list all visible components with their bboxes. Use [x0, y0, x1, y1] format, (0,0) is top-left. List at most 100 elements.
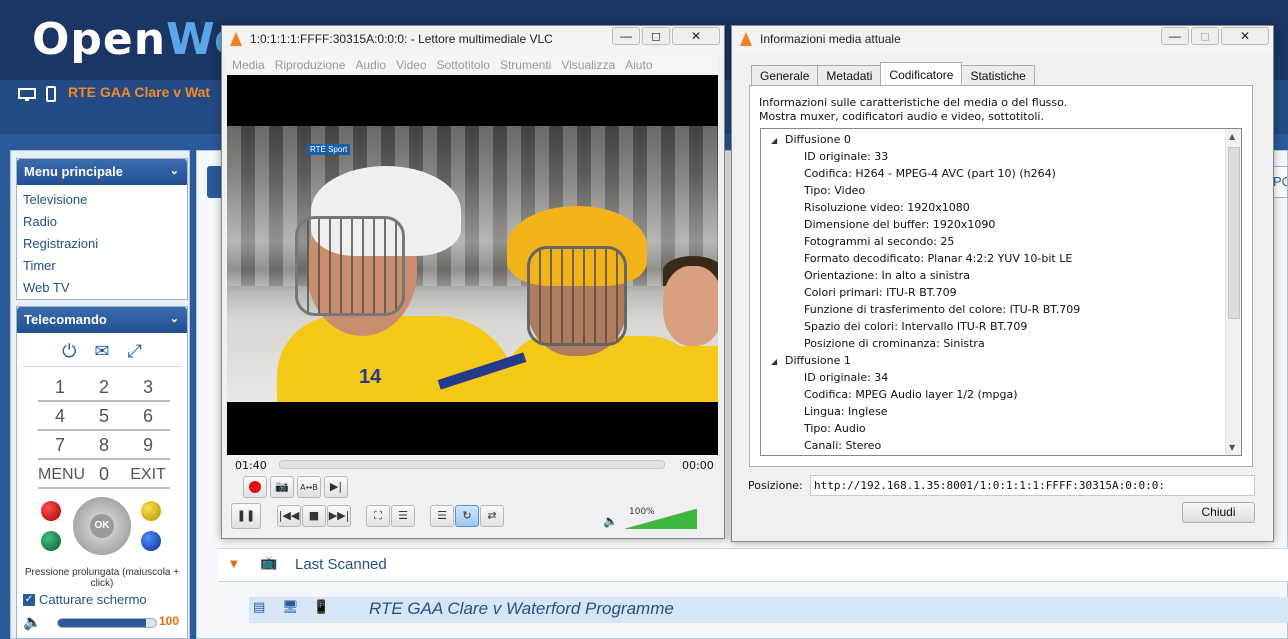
- expand-triangle-icon[interactable]: ◢: [771, 132, 785, 149]
- maximize-button[interactable]: ◻: [642, 27, 670, 45]
- menu-tools[interactable]: Strumenti: [495, 55, 556, 75]
- tree-stream-node[interactable]: ◢ Diffusione 0: [761, 131, 1227, 148]
- mobile-stream-icon[interactable]: 📱: [313, 600, 329, 615]
- tree-property[interactable]: Colori primari: ITU-R BT.709: [761, 284, 1227, 301]
- frame-step-button[interactable]: ▶|: [324, 476, 348, 498]
- total-time[interactable]: 00:00: [682, 459, 714, 472]
- fullscreen-button[interactable]: ⛶: [366, 505, 390, 527]
- programme-row[interactable]: ▤ 🖥 📱 RTE GAA Clare v Waterford Programm…: [249, 597, 1288, 623]
- red-button[interactable]: [41, 501, 61, 521]
- key-menu[interactable]: MENU: [38, 460, 85, 489]
- playlist-button[interactable]: ☰: [430, 505, 454, 527]
- key-1[interactable]: 1: [38, 373, 82, 402]
- tree-property[interactable]: ID originale: 34: [761, 369, 1227, 386]
- monitor-icon[interactable]: [18, 88, 36, 102]
- tree-property[interactable]: Tipo: Video: [761, 182, 1227, 199]
- capture-screen-checkbox[interactable]: ✓ Catturare schermo: [17, 589, 187, 610]
- key-2[interactable]: 2: [82, 373, 126, 402]
- extended-settings-button[interactable]: ☰: [391, 505, 415, 527]
- loop-button[interactable]: ↻: [455, 505, 479, 527]
- monitor-stream-icon[interactable]: 🖥: [282, 600, 299, 615]
- close-button[interactable]: ✕: [1221, 27, 1269, 45]
- media-info-titlebar[interactable]: Informazioni media attuale — ◻ ✕: [732, 26, 1273, 54]
- tree-scrollbar[interactable]: ▲ ▼: [1225, 129, 1241, 455]
- minimize-button[interactable]: —: [1161, 27, 1189, 45]
- tree-property[interactable]: Dimensione del buffer: 1920x1090: [761, 216, 1227, 233]
- scroll-down-icon[interactable]: ▼: [1229, 443, 1235, 452]
- openwebif-logo[interactable]: OpenWe: [32, 14, 245, 65]
- tree-property[interactable]: Posizione di crominanza: Sinistra: [761, 335, 1227, 352]
- volume-speaker-icon[interactable]: 🔈: [603, 514, 618, 528]
- menu-item-webtv[interactable]: Web TV: [17, 277, 187, 299]
- position-field[interactable]: http://192.168.1.35:8001/1:0:1:1:1:FFFF:…: [810, 475, 1255, 496]
- menu-item-timer[interactable]: Timer: [17, 255, 187, 277]
- mobile-icon[interactable]: [46, 86, 56, 102]
- volume-slider[interactable]: [57, 618, 157, 628]
- yellow-button[interactable]: [141, 501, 161, 521]
- chiudi-button[interactable]: Chiudi: [1182, 502, 1255, 523]
- epg-icon[interactable]: ▤: [253, 600, 265, 615]
- key-3[interactable]: 3: [126, 373, 170, 402]
- menu-help[interactable]: Aiuto: [620, 55, 657, 75]
- key-6[interactable]: 6: [126, 402, 170, 431]
- scroll-up-icon[interactable]: ▲: [1229, 132, 1235, 141]
- menu-audio[interactable]: Audio: [350, 55, 391, 75]
- tab-codec[interactable]: Codificatore: [880, 62, 963, 86]
- chevron-down-icon[interactable]: ⌄: [170, 164, 179, 177]
- stop-button[interactable]: ■: [302, 505, 326, 527]
- blue-button[interactable]: [141, 531, 161, 551]
- tree-property[interactable]: Codifica: MPEG Audio layer 1/2 (mpga): [761, 386, 1227, 403]
- menu-subtitle[interactable]: Sottotitolo: [432, 55, 495, 75]
- seek-bar[interactable]: [279, 460, 665, 469]
- shuffle-button[interactable]: ⇄: [480, 505, 504, 527]
- minimize-button[interactable]: —: [612, 27, 640, 45]
- key-0[interactable]: 0: [82, 460, 126, 489]
- green-button[interactable]: [41, 531, 61, 551]
- key-7[interactable]: 7: [38, 431, 82, 460]
- expand-icon[interactable]: ⤢: [127, 341, 141, 362]
- pause-button[interactable]: ❚❚: [231, 503, 261, 529]
- tree-property[interactable]: Risoluzione video: 1920x1080: [761, 199, 1227, 216]
- caret-down-icon[interactable]: ▼: [230, 559, 238, 570]
- tab-metadata[interactable]: Metadati: [817, 65, 882, 86]
- speaker-icon[interactable]: 🔈: [23, 613, 42, 631]
- tree-property[interactable]: Orientazione: In alto a sinistra: [761, 267, 1227, 284]
- menu-media[interactable]: Media: [227, 55, 270, 75]
- tree-property[interactable]: ID originale: 33: [761, 148, 1227, 165]
- key-4[interactable]: 4: [38, 402, 82, 431]
- scrollbar-thumb[interactable]: [1228, 147, 1240, 319]
- chevron-down-icon[interactable]: ⌄: [170, 312, 179, 325]
- close-button[interactable]: ✕: [672, 27, 720, 45]
- last-scanned-row[interactable]: ▼ 📺 Last Scanned: [218, 548, 1288, 582]
- menu-playback[interactable]: Riproduzione: [270, 55, 351, 75]
- elapsed-time[interactable]: 01:40: [235, 459, 267, 472]
- loop-ab-button[interactable]: A↔B: [297, 476, 321, 498]
- expand-triangle-icon[interactable]: ◢: [771, 353, 785, 370]
- tree-property[interactable]: Funzione di trasferimento del colore: IT…: [761, 301, 1227, 318]
- now-playing-title[interactable]: RTE GAA Clare v Wat: [68, 84, 210, 100]
- main-menu-header[interactable]: Menu principale ⌄: [17, 159, 187, 185]
- snapshot-button[interactable]: 📷: [270, 476, 294, 498]
- key-9[interactable]: 9: [126, 431, 170, 460]
- checkbox-checked-icon[interactable]: ✓: [23, 593, 35, 606]
- tab-statistics[interactable]: Statistiche: [961, 65, 1035, 86]
- vlc-titlebar[interactable]: 1:0:1:1:1:FFFF:30315A:0:0:0: - Lettore m…: [222, 26, 724, 54]
- po-tab-stub[interactable]: PO: [1272, 166, 1288, 198]
- programme-title[interactable]: RTE GAA Clare v Waterford Programme: [369, 599, 674, 619]
- envelope-icon[interactable]: ✉: [94, 341, 109, 362]
- key-exit[interactable]: EXIT: [126, 460, 170, 489]
- previous-button[interactable]: |◀◀: [277, 505, 301, 527]
- next-button[interactable]: ▶▶|: [327, 505, 351, 527]
- tree-property[interactable]: Lingua: Inglese: [761, 403, 1227, 420]
- key-8[interactable]: 8: [82, 431, 126, 460]
- tree-property[interactable]: Codifica: H264 - MPEG-4 AVC (part 10) (h…: [761, 165, 1227, 182]
- menu-item-radio[interactable]: Radio: [17, 211, 187, 233]
- vlc-volume-slider[interactable]: [625, 509, 697, 529]
- record-button[interactable]: [243, 476, 267, 498]
- tree-property[interactable]: Spazio dei colori: Intervallo ITU-R BT.7…: [761, 318, 1227, 335]
- video-area[interactable]: 14 RTÉ Sport: [227, 75, 718, 455]
- menu-video[interactable]: Video: [391, 55, 431, 75]
- power-icon[interactable]: ⏻: [62, 341, 76, 362]
- tree-stream-node[interactable]: ◢ Diffusione 1: [761, 352, 1227, 369]
- remote-header[interactable]: Telecomando ⌄: [17, 307, 187, 333]
